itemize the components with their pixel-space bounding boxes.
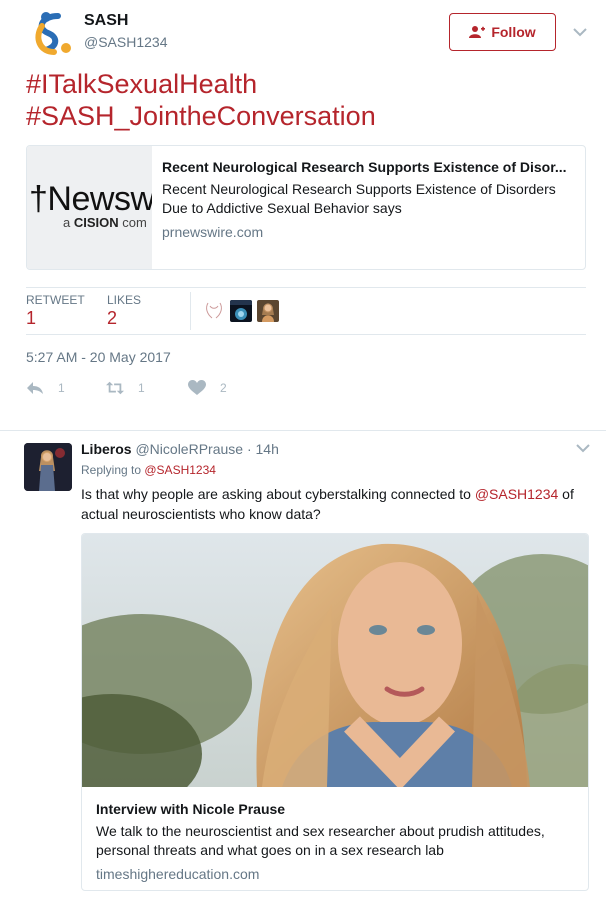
heart-icon	[188, 380, 206, 395]
likes-stat-label: LIKES	[107, 293, 142, 307]
reply-text-mention[interactable]: @SASH1234	[475, 486, 558, 502]
liker-avatar[interactable]	[230, 300, 252, 322]
card-description: Recent Neurological Research Supports Ex…	[162, 181, 556, 216]
retweet-icon	[106, 381, 124, 395]
reply-button[interactable]: 1	[26, 380, 65, 396]
card-title: Recent Neurological Research Supports Ex…	[162, 159, 567, 175]
reply-count: 1	[58, 381, 65, 395]
reply-author-name[interactable]: Liberos	[81, 441, 132, 457]
reply-tweet: Liberos @NicoleRPrause · 14h Replying to…	[0, 431, 606, 898]
liker-avatar[interactable]	[257, 300, 279, 322]
engagement-stats: RETWEET 1 LIKES 2	[26, 287, 586, 335]
replying-mention[interactable]: @SASH1234	[144, 463, 216, 477]
likes-stat-value: 2	[107, 308, 118, 328]
liker-avatar[interactable]	[203, 300, 225, 322]
stats-divider	[190, 292, 191, 330]
likes-stat[interactable]: LIKES 2	[107, 293, 141, 329]
card-body: Recent Neurological Research Supports Ex…	[162, 158, 574, 240]
interview-card-title: Interview with Nicole Prause	[96, 801, 286, 817]
retweet-stat-label: RETWEET	[26, 293, 85, 307]
reply-avatar[interactable]	[24, 443, 72, 491]
reply-text: Is that why people are asking about cybe…	[81, 484, 581, 524]
tweet-text: #ITalkSexualHealth #SASH_JointheConversa…	[26, 68, 586, 132]
replying-to: Replying to @SASH1234	[81, 463, 216, 477]
thumbnail-brand: †Newsw	[29, 180, 152, 218]
link-card[interactable]: †Newsw a CISION com Recent Neurological …	[26, 145, 586, 270]
follow-button[interactable]: Follow	[449, 13, 556, 51]
follow-label: Follow	[491, 24, 536, 40]
add-user-icon	[469, 26, 486, 38]
author-name[interactable]: SASH	[84, 12, 128, 30]
hashtag-sash-joinconversation[interactable]: #SASH_JointheConversation	[26, 100, 586, 132]
reply-header: Liberos @NicoleRPrause · 14h	[81, 441, 279, 457]
reply-author-handle[interactable]: @NicoleRPrause	[135, 441, 243, 457]
reply-time[interactable]: 14h	[256, 441, 279, 457]
tweet-timestamp[interactable]: 5:27 AM - 20 May 2017	[26, 349, 171, 365]
reply-icon	[27, 382, 43, 394]
retweet-button[interactable]: 1	[106, 380, 145, 396]
interview-card[interactable]: Interview with Nicole Prause We talk to …	[81, 533, 589, 891]
like-count: 2	[220, 381, 227, 395]
thumbnail-sub: a CISION com	[63, 215, 147, 230]
chevron-down-icon[interactable]	[575, 440, 591, 456]
likers-avatars	[203, 300, 279, 322]
interview-card-description: We talk to the neuroscientist and sex re…	[96, 823, 545, 858]
reply-text-before: Is that why people are asking about cybe…	[81, 486, 475, 502]
replying-prefix: Replying to	[81, 463, 145, 477]
interview-card-body: Interview with Nicole Prause We talk to …	[96, 801, 576, 882]
tweet-actions: 1 1 2	[26, 380, 326, 400]
header-separator: ·	[246, 441, 252, 457]
sash-logo-icon[interactable]	[28, 8, 76, 56]
hashtag-italksexualhealth[interactable]: #ITalkSexualHealth	[26, 68, 586, 100]
card-domain: prnewswire.com	[162, 224, 264, 240]
retweet-count: 1	[138, 381, 145, 395]
retweet-stat[interactable]: RETWEET 1	[26, 293, 85, 329]
interview-photo	[82, 534, 588, 787]
main-tweet: SASH @SASH1234 Follow #ITalkSexualHealth…	[0, 0, 606, 430]
like-button[interactable]: 2	[188, 380, 227, 396]
interview-card-domain: timeshighereducation.com	[96, 866, 260, 882]
retweet-stat-value: 1	[26, 308, 37, 328]
chevron-down-icon[interactable]	[572, 24, 588, 40]
card-thumbnail: †Newsw a CISION com	[27, 146, 152, 269]
author-handle[interactable]: @SASH1234	[84, 34, 167, 50]
